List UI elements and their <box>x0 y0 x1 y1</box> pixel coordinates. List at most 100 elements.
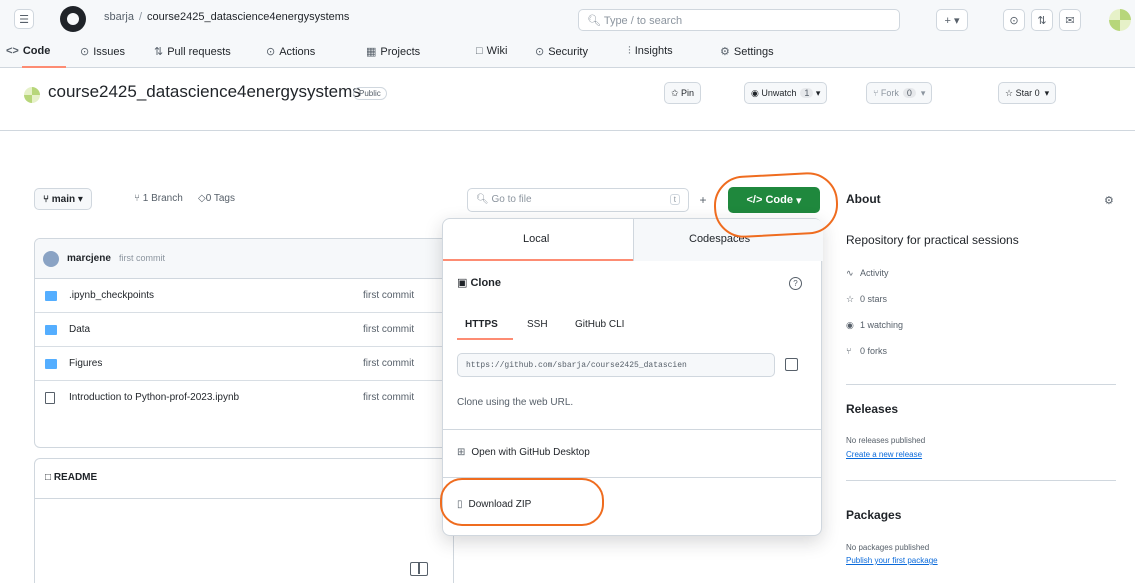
table-row[interactable]: Introduction to Python-prof-2023.ipynb f… <box>35 381 453 415</box>
tab-actions[interactable]: ⊙ Actions <box>266 45 315 58</box>
file-commit[interactable]: first commit <box>363 290 414 301</box>
star-count: 0 <box>1034 88 1040 98</box>
breadcrumb-owner[interactable]: sbarja <box>104 11 134 23</box>
question-icon[interactable]: ? <box>789 277 802 290</box>
tab-insights-label: Insights <box>634 45 673 57</box>
file-icon <box>45 392 55 404</box>
tab-codespaces-label[interactable]: Codespaces <box>689 233 750 245</box>
tab-https[interactable]: HTTPS <box>465 319 498 330</box>
fork-icon: ⑂ <box>846 346 852 356</box>
tab-wiki[interactable]: □ Wiki <box>476 45 507 57</box>
keyboard-shortcut: t <box>669 194 680 205</box>
forks-label: 0 forks <box>860 346 888 356</box>
tab-insights[interactable]: ⫶ Insights <box>628 45 673 58</box>
go-to-file-input[interactable]: 🔍︎ Go to file t <box>467 188 689 212</box>
file-commit[interactable]: first commit <box>363 358 414 369</box>
tab-ssh[interactable]: SSH <box>527 319 548 330</box>
github-logo-icon[interactable] <box>60 6 86 32</box>
tab-settings-label: Settings <box>733 46 774 58</box>
pin-icon: ✩ <box>671 87 682 98</box>
branch-selector[interactable]: ⑂ main ▾ <box>34 188 92 210</box>
tab-projects[interactable]: ▦ Projects <box>366 45 420 58</box>
readme-tab[interactable]: □ README <box>45 472 97 483</box>
search-input[interactable]: 🔍︎ Type / to search <box>578 9 900 31</box>
tag-icon: ◇ <box>198 193 206 204</box>
zip-icon: ▯ <box>457 499 463 510</box>
forks-link[interactable]: ⑂ 0 forks <box>846 346 887 356</box>
fork-icon: ⑂ <box>873 88 881 98</box>
file-name[interactable]: .ipynb_checkpoints <box>69 290 154 301</box>
file-name[interactable]: Data <box>69 324 90 335</box>
tab-issues[interactable]: ⊙ Issues <box>80 45 125 58</box>
clone-label: Clone <box>470 277 502 289</box>
projects-icon: ▦ <box>366 46 377 58</box>
file-commit[interactable]: first commit <box>363 392 414 403</box>
divider <box>443 429 821 430</box>
branches-link[interactable]: ⑂ 1 Branch <box>134 193 183 204</box>
pin-button[interactable]: ✩ Pin <box>664 82 702 104</box>
stars-label: 0 stars <box>860 294 888 304</box>
star-button[interactable]: ☆ Star 0 ▾ <box>998 82 1057 104</box>
pin-label: Pin <box>681 88 695 98</box>
pull-request-icon: ⇅ <box>154 46 164 58</box>
inbox-icon[interactable]: ✉ <box>1059 9 1081 31</box>
table-row[interactable]: Figures first commit <box>35 347 453 381</box>
copy-icon[interactable] <box>785 358 798 371</box>
activity-link[interactable]: ∿ Activity <box>846 268 889 279</box>
commit-message[interactable]: first commit <box>119 253 165 263</box>
tab-local[interactable]: Local <box>523 233 549 245</box>
tab-pull-requests[interactable]: ⇅ Pull requests <box>154 45 231 58</box>
publish-package-link[interactable]: Publish your first package <box>846 556 938 565</box>
stars-link[interactable]: ☆ 0 stars <box>846 294 887 305</box>
fork-button[interactable]: ⑂ Fork 0 ▾ <box>866 82 933 104</box>
issues-icon[interactable]: ⊙ <box>1003 9 1025 31</box>
create-new-button[interactable]: + ▾ <box>936 9 968 31</box>
repo-description: Repository for practical sessions <box>846 233 1019 247</box>
releases-note: No releases published <box>846 436 926 445</box>
readme-panel: □ README <box>34 458 454 583</box>
tab-security[interactable]: ⊙ Security <box>535 45 588 58</box>
pull-requests-icon[interactable]: ⇅ <box>1031 9 1053 31</box>
table-row[interactable]: Data first commit <box>35 313 453 347</box>
tab-github-cli[interactable]: GitHub CLI <box>575 319 624 330</box>
download-zip-button[interactable]: ▯ Download ZIP <box>457 499 531 510</box>
watchers-link[interactable]: ◉ 1 watching <box>846 320 903 331</box>
book-icon: □ <box>45 472 54 483</box>
divider <box>443 477 821 478</box>
table-row[interactable]: .ipynb_checkpoints first commit <box>35 279 453 313</box>
packages-title[interactable]: Packages <box>846 508 901 522</box>
releases-title[interactable]: Releases <box>846 402 898 416</box>
tags-link[interactable]: ◇0 Tags <box>198 193 235 204</box>
code-button-label: Code <box>765 194 793 206</box>
tab-code[interactable]: <> Code <box>6 45 50 57</box>
star-icon: ☆ <box>1005 87 1016 98</box>
repo-title[interactable]: course2425_datascience4energysystems <box>48 82 361 102</box>
file-commit[interactable]: first commit <box>363 324 414 335</box>
breadcrumb-repo[interactable]: course2425_datascience4energysystems <box>147 11 349 23</box>
open-desktop-button[interactable]: ⊞ Open with GitHub Desktop <box>457 447 590 458</box>
tab-wiki-label: Wiki <box>486 45 508 57</box>
branch-count: 1 Branch <box>142 193 183 204</box>
add-file-button[interactable]: + <box>693 188 713 212</box>
file-name[interactable]: Introduction to Python-prof-2023.ipynb <box>69 392 239 403</box>
terminal-icon: ▣ <box>457 277 471 289</box>
avatar[interactable] <box>43 251 59 267</box>
branch-name: main <box>51 193 76 205</box>
tab-pull-requests-label: Pull requests <box>167 46 231 58</box>
repo-owner-avatar <box>24 87 40 103</box>
commit-author[interactable]: marcjene <box>67 253 111 264</box>
tag-count: 0 Tags <box>205 193 235 204</box>
tab-settings[interactable]: ⚙ Settings <box>720 45 774 58</box>
menu-icon[interactable]: ☰ <box>14 9 34 29</box>
header-row: ☰ sbarja / course2425_datascience4energysy… <box>0 0 1135 36</box>
gear-icon[interactable]: ⚙ <box>1104 194 1114 207</box>
create-release-link[interactable]: Create a new release <box>846 450 922 459</box>
user-avatar[interactable] <box>1109 9 1131 31</box>
clone-url-input[interactable]: https://github.com/sbarja/course2425_dat… <box>457 353 775 377</box>
unwatch-button[interactable]: ◉ Unwatch 1 ▾ <box>744 82 828 104</box>
file-name[interactable]: Figures <box>69 358 102 369</box>
tab-actions-label: Actions <box>279 46 316 58</box>
folder-icon <box>45 325 57 335</box>
actions-icon: ⊙ <box>266 46 276 58</box>
code-button[interactable]: </> Code ▾ <box>728 187 820 213</box>
